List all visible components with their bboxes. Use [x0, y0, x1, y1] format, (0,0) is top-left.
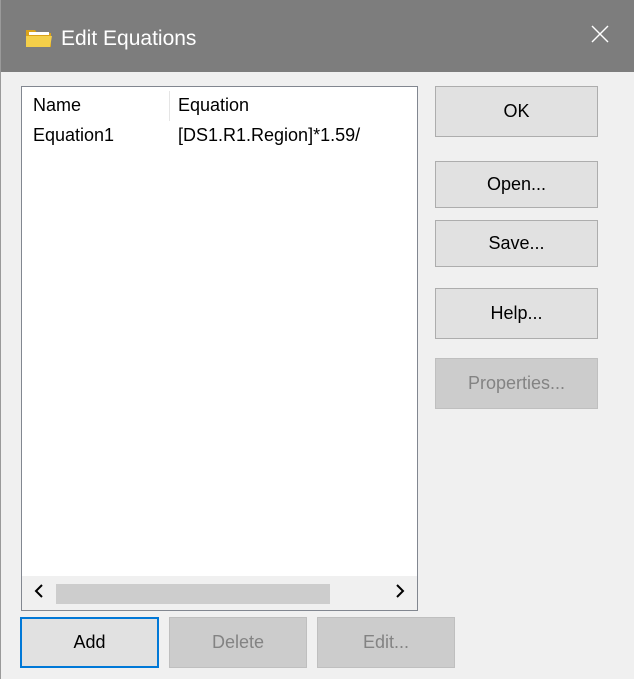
- close-icon: [590, 24, 610, 49]
- delete-button[interactable]: Delete: [169, 617, 307, 668]
- chevron-right-icon: [394, 583, 406, 603]
- equation-name-cell: Equation1: [33, 125, 115, 145]
- horizontal-scrollbar[interactable]: [22, 576, 417, 610]
- equation-formula-cell: [DS1.R1.Region]*1.59/: [178, 125, 361, 145]
- equations-list[interactable]: Name Equation Equation1 [DS1.R1.Region]*…: [21, 86, 418, 611]
- save-button[interactable]: Save...: [435, 220, 598, 267]
- close-button[interactable]: [565, 0, 634, 72]
- scroll-left-button[interactable]: [22, 576, 56, 610]
- column-header-name[interactable]: Name: [33, 93, 81, 117]
- title-bar[interactable]: Edit Equations: [1, 0, 634, 72]
- open-button[interactable]: Open...: [435, 161, 598, 208]
- window-title: Edit Equations: [61, 27, 197, 50]
- edit-equations-dialog: Edit Equations Name Equation Equation1 […: [0, 0, 634, 679]
- add-button[interactable]: Add: [20, 617, 159, 668]
- edit-button[interactable]: Edit...: [317, 617, 455, 668]
- scroll-right-button[interactable]: [383, 576, 417, 610]
- chevron-left-icon: [33, 583, 45, 603]
- help-button[interactable]: Help...: [435, 288, 598, 339]
- column-divider[interactable]: [169, 91, 170, 121]
- scrollbar-thumb[interactable]: [56, 584, 330, 604]
- properties-button[interactable]: Properties...: [435, 358, 598, 409]
- folder-icon: [25, 27, 53, 48]
- column-header-equation[interactable]: Equation: [178, 93, 249, 117]
- ok-button[interactable]: OK: [435, 86, 598, 137]
